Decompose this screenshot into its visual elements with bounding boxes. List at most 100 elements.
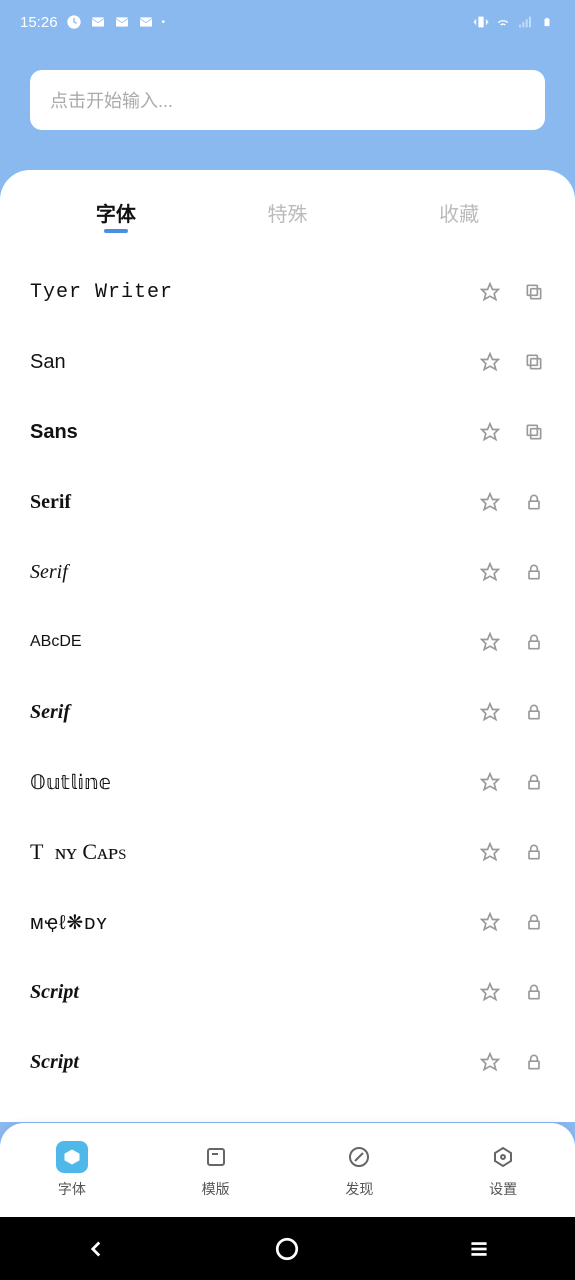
star-icon[interactable] [479, 771, 501, 793]
font-name: Serif [30, 701, 70, 724]
search-container: 点击开始输入... [0, 44, 575, 170]
star-icon[interactable] [479, 281, 501, 303]
font-row[interactable]: Script [30, 957, 545, 1027]
status-right [473, 14, 555, 30]
bottom-nav: T 字体 模版 发现 设置 [0, 1123, 575, 1217]
nav-fonts-icon: T [56, 1141, 88, 1173]
font-list: Tyer Writer San Sans Serif Serif ABᴄDE Serif 𝕆𝕦… [0, 247, 575, 1167]
font-actions [479, 701, 545, 723]
star-icon[interactable] [479, 841, 501, 863]
font-name: Serif [30, 491, 71, 514]
nav-settings-icon [487, 1141, 519, 1173]
nav-discover-label: 发现 [345, 1179, 373, 1199]
nav-settings-label: 设置 [489, 1179, 517, 1199]
lock-icon[interactable] [523, 701, 545, 723]
nav-discover[interactable]: 发现 [343, 1141, 375, 1199]
lock-icon[interactable] [523, 491, 545, 513]
nav-fonts[interactable]: T 字体 [56, 1141, 88, 1199]
star-icon[interactable] [479, 701, 501, 723]
lock-icon[interactable] [523, 561, 545, 583]
tab-favorites[interactable]: 收藏 [439, 198, 479, 233]
font-actions [479, 911, 545, 933]
font-row[interactable]: Sans [30, 397, 545, 467]
star-icon[interactable] [479, 491, 501, 513]
system-nav [0, 1217, 575, 1280]
font-name: Script [30, 1051, 79, 1074]
copy-icon[interactable] [523, 351, 545, 373]
font-name: ABᴄDE [30, 633, 82, 651]
status-time: 15:26 [20, 14, 58, 31]
star-icon[interactable] [479, 981, 501, 1003]
font-row[interactable]: Tɪɴʏ Cᴀᴘs [30, 817, 545, 887]
font-actions [479, 351, 545, 373]
font-row[interactable]: Tyer Writer [30, 257, 545, 327]
star-icon[interactable] [479, 561, 501, 583]
font-actions [479, 1051, 545, 1073]
star-icon[interactable] [479, 911, 501, 933]
vibrate-icon [473, 14, 489, 30]
signal-icon [517, 14, 533, 30]
font-row[interactable]: Script [30, 1027, 545, 1097]
font-name: 𝕆𝕦𝕥𝕝𝕚𝕟𝕖 [30, 770, 111, 795]
nav-settings[interactable]: 设置 [487, 1141, 519, 1199]
font-name: San [30, 351, 66, 374]
status-mail-icon-3 [138, 14, 154, 30]
nav-fonts-label: 字体 [58, 1179, 86, 1199]
nav-discover-icon [343, 1141, 375, 1173]
lock-icon[interactable] [523, 981, 545, 1003]
font-row[interactable]: ABᴄDE [30, 607, 545, 677]
font-actions [479, 771, 545, 793]
font-name: Sans [30, 421, 78, 444]
star-icon[interactable] [479, 351, 501, 373]
status-dot: • [162, 17, 166, 28]
font-name: Tyer Writer [30, 281, 173, 304]
wifi-icon [495, 14, 511, 30]
lock-icon[interactable] [523, 771, 545, 793]
status-mail-icon [90, 14, 106, 30]
star-icon[interactable] [479, 631, 501, 653]
status-bar: 15:26 • [0, 0, 575, 44]
svg-text:T: T [69, 1152, 75, 1163]
status-clock-icon [66, 14, 82, 30]
font-row[interactable]: ᴍҿℓ❋ᴅʏ [30, 887, 545, 957]
tab-special[interactable]: 特殊 [267, 198, 307, 233]
font-actions [479, 491, 545, 513]
font-actions [479, 421, 545, 443]
sys-recent-button[interactable] [439, 1236, 519, 1262]
font-row[interactable]: Serif [30, 537, 545, 607]
font-name: Script [30, 981, 79, 1004]
font-actions [479, 981, 545, 1003]
tabs: 字体 特殊 收藏 [0, 198, 575, 247]
nav-templates-label: 模版 [202, 1179, 230, 1199]
main-panel: 字体 特殊 收藏 Tyer Writer San Sans Serif Serif ABᴄ… [0, 170, 575, 1122]
nav-templates[interactable]: 模版 [200, 1141, 232, 1199]
search-placeholder: 点击开始输入... [50, 87, 173, 113]
star-icon[interactable] [479, 421, 501, 443]
lock-icon[interactable] [523, 841, 545, 863]
font-row[interactable]: San [30, 327, 545, 397]
font-row[interactable]: 𝕆𝕦𝕥𝕝𝕚𝕟𝕖 [30, 747, 545, 817]
copy-icon[interactable] [523, 281, 545, 303]
status-left: 15:26 • [20, 14, 165, 31]
font-actions [479, 841, 545, 863]
tab-fonts[interactable]: 字体 [96, 198, 136, 233]
font-row[interactable]: Serif [30, 467, 545, 537]
font-name: ᴍҿℓ❋ᴅʏ [30, 910, 108, 935]
copy-icon[interactable] [523, 421, 545, 443]
sys-home-button[interactable] [247, 1236, 327, 1262]
status-mail-icon-2 [114, 14, 130, 30]
search-input[interactable]: 点击开始输入... [30, 70, 545, 130]
lock-icon[interactable] [523, 911, 545, 933]
font-name: Tɪɴʏ Cᴀᴘs [30, 839, 126, 865]
font-actions [479, 631, 545, 653]
font-name: Serif [30, 561, 68, 584]
font-actions [479, 281, 545, 303]
lock-icon[interactable] [523, 631, 545, 653]
font-actions [479, 561, 545, 583]
sys-back-button[interactable] [56, 1236, 136, 1262]
font-row[interactable]: Serif [30, 677, 545, 747]
star-icon[interactable] [479, 1051, 501, 1073]
nav-templates-icon [200, 1141, 232, 1173]
battery-icon [539, 14, 555, 30]
lock-icon[interactable] [523, 1051, 545, 1073]
